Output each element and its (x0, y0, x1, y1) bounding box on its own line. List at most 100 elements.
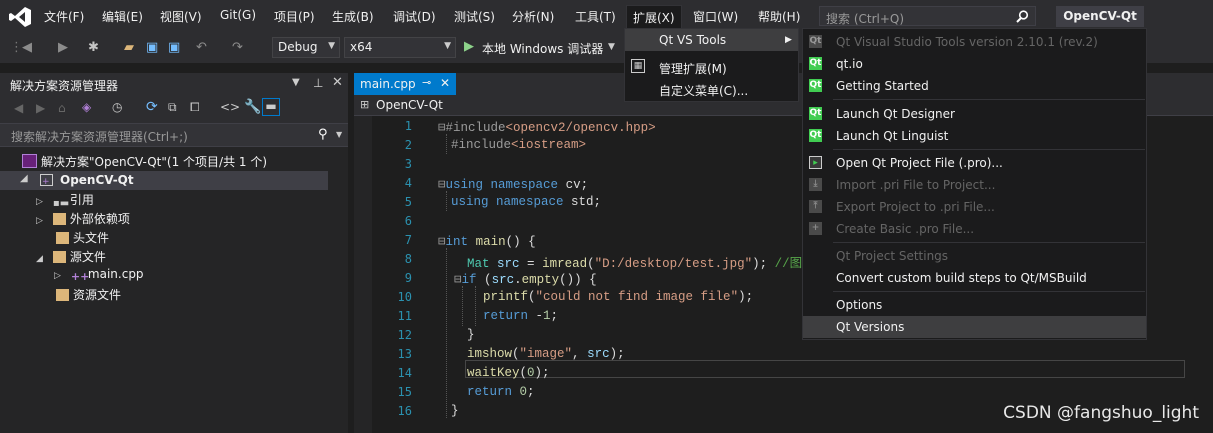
tree-node-references[interactable]: ▷ ▪▬引用 (36, 191, 94, 210)
menu-item-customize-menu[interactable]: 自定义菜单(C)... (625, 78, 798, 100)
qt-menu-qt-io[interactable]: Qt qt.io (803, 53, 1146, 75)
tree-node-external-deps[interactable]: ▷ 外部依赖项 (36, 210, 130, 227)
chevron-down-icon[interactable]: ▼ (336, 130, 342, 139)
code-line-10: printf("could not find image file"); (483, 290, 754, 304)
tree-node-headers[interactable]: 头文件 (56, 229, 109, 246)
fold-guide (446, 134, 447, 154)
run-debugger-button[interactable]: 本地 Windows 调试器 (482, 40, 603, 57)
menu-item-label: Options (836, 298, 883, 312)
menu-git[interactable]: Git(G) (220, 8, 256, 22)
code-line-9: ⊟if (src.empty()) { (454, 273, 597, 287)
expanded-arrow-icon[interactable]: ◢ (20, 173, 28, 184)
vs-switch-icon[interactable]: ◈ (82, 100, 91, 114)
history-icon[interactable]: ◷ (112, 100, 122, 114)
menu-test[interactable]: 测试(S) (454, 8, 495, 25)
code-line-16: } (451, 404, 459, 418)
show-all-files-icon[interactable]: ⧠ (190, 100, 200, 115)
code-line-14: waitKey(0); (467, 366, 550, 380)
back-icon[interactable]: ◀ (14, 101, 23, 115)
forward-icon[interactable]: ▶ (36, 101, 45, 115)
tab-main-cpp[interactable]: main.cpp ⊸ ✕ (354, 73, 456, 95)
solution-label: 解决方案"OpenCV-Qt"(1 个项目/共 1 个) (41, 155, 268, 169)
qt-linguist-icon: Qt (809, 129, 822, 142)
menu-view[interactable]: 视图(V) (160, 8, 202, 25)
chevron-down-icon[interactable]: ▼ (608, 42, 615, 52)
code-line-8: Mat src = imread("D:/desktop/test.jpg");… (467, 257, 840, 271)
menu-item-qt-vs-tools[interactable]: Qt VS Tools ▶ (625, 29, 798, 51)
search-placeholder: 搜索 (Ctrl+Q) (826, 12, 905, 26)
menu-tools[interactable]: 工具(T) (575, 8, 616, 25)
nav-scope-dropdown[interactable]: OpenCV-Qt (376, 98, 443, 112)
menu-analyze[interactable]: 分析(N) (512, 8, 554, 25)
line-number: 11 (397, 309, 412, 323)
code-view-icon[interactable]: <> (220, 100, 240, 114)
preview-icon[interactable]: ▬ (262, 98, 280, 116)
menu-extensions[interactable]: 扩展(X) (626, 5, 682, 29)
qt-menu-launch-designer[interactable]: Qt Launch Qt Designer (803, 103, 1146, 125)
refresh-icon[interactable]: ⟳ (146, 99, 158, 115)
pin-icon[interactable]: ⊸ (422, 76, 431, 89)
qt-menu-launch-linguist[interactable]: Qt Launch Qt Linguist (803, 125, 1146, 147)
folder-icon (56, 232, 69, 244)
forward-icon[interactable]: ▶ (58, 40, 68, 55)
export-icon: ⤒ (809, 200, 822, 213)
tree-solution[interactable]: 解决方案"OpenCV-Qt"(1 个项目/共 1 个) (22, 153, 267, 170)
menu-item-label: Qt Project Settings (836, 249, 949, 263)
menu-separator (833, 242, 1145, 243)
code-line-4: ⊟using namespace cv; (438, 178, 589, 192)
line-number: 1 (404, 119, 412, 133)
collapsed-arrow-icon[interactable]: ▷ (54, 271, 61, 281)
back-icon[interactable]: ◀ (22, 40, 32, 55)
menu-item-label: Launch Qt Designer (836, 107, 955, 121)
open-folder-icon[interactable]: ▰ (124, 40, 134, 55)
save-all-icon[interactable]: ▣ (168, 40, 180, 55)
menu-project[interactable]: 项目(P) (274, 8, 315, 25)
solution-explorer-title: 解决方案资源管理器 (10, 79, 119, 93)
tree-node-main-cpp[interactable]: ▷ ++main.cpp (54, 267, 144, 283)
config-value: Debug (278, 40, 318, 54)
wrench-icon[interactable]: 🔧 (244, 99, 261, 115)
menu-window[interactable]: 窗口(W) (693, 8, 738, 25)
save-icon[interactable]: ▣ (146, 40, 158, 55)
tree-node-sources[interactable]: ◢ 源文件 (36, 248, 106, 265)
search-icon[interactable]: ⚲ (318, 127, 328, 142)
config-dropdown[interactable]: Debug ▼ (272, 37, 340, 58)
tree-node-resources[interactable]: 资源文件 (56, 286, 121, 303)
menu-item-label: Convert custom build steps to Qt/MSBuild (836, 271, 1087, 285)
menu-edit[interactable]: 编辑(E) (102, 8, 143, 25)
platform-dropdown[interactable]: x64 ▼ (344, 37, 456, 58)
menu-file[interactable]: 文件(F) (44, 8, 84, 25)
search-box[interactable]: 搜索 (Ctrl+Q) (819, 6, 1036, 26)
indent-guide (475, 286, 476, 326)
solution-explorer-search[interactable]: 搜索解决方案资源管理器(Ctrl+;) ⚲ ▼ (0, 123, 348, 147)
home-icon[interactable]: ⌂ (58, 101, 66, 115)
qt-logo-icon: Qt (809, 57, 822, 70)
qt-menu-options[interactable]: Options (803, 294, 1146, 316)
menu-debug[interactable]: 调试(D) (393, 8, 436, 25)
undo-icon[interactable]: ↶ (196, 40, 207, 55)
redo-icon[interactable]: ↷ (232, 40, 243, 55)
tree-project[interactable]: ◢ + OpenCV-Qt (0, 171, 328, 190)
close-icon[interactable]: ✕ (440, 76, 450, 90)
menu-help[interactable]: 帮助(H) (758, 8, 800, 25)
expanded-arrow-icon[interactable]: ◢ (36, 254, 43, 264)
collapsed-arrow-icon[interactable]: ▷ (36, 197, 43, 207)
line-number: 16 (397, 404, 412, 418)
chevron-down-icon[interactable]: ▼ (292, 77, 300, 88)
node-label: 引用 (69, 193, 94, 207)
menu-build[interactable]: 生成(B) (332, 8, 374, 25)
pin-icon[interactable]: ⊥ (313, 76, 323, 90)
qt-menu-getting-started[interactable]: Qt Getting Started (803, 75, 1146, 97)
qt-menu-open-pro[interactable]: ▸ Open Qt Project File (.pro)... (803, 152, 1146, 174)
close-icon[interactable]: ✕ (332, 75, 343, 90)
code-line-15: return 0; (467, 385, 535, 399)
fold-guide (446, 248, 447, 418)
collapse-all-icon[interactable]: ⧉ (168, 100, 177, 115)
collapsed-arrow-icon[interactable]: ▷ (36, 216, 43, 226)
new-project-icon[interactable]: ✱ (88, 40, 99, 55)
qt-menu-convert-build-steps[interactable]: Convert custom build steps to Qt/MSBuild (803, 267, 1146, 289)
qt-menu-qt-versions[interactable]: Qt Versions (803, 316, 1146, 338)
qt-vs-tools-submenu: Qt Qt Visual Studio Tools version 2.10.1… (802, 28, 1147, 340)
run-icon[interactable]: ▶ (464, 39, 474, 54)
menu-item-manage-extensions[interactable]: ▦ 管理扩展(M) (625, 56, 798, 78)
